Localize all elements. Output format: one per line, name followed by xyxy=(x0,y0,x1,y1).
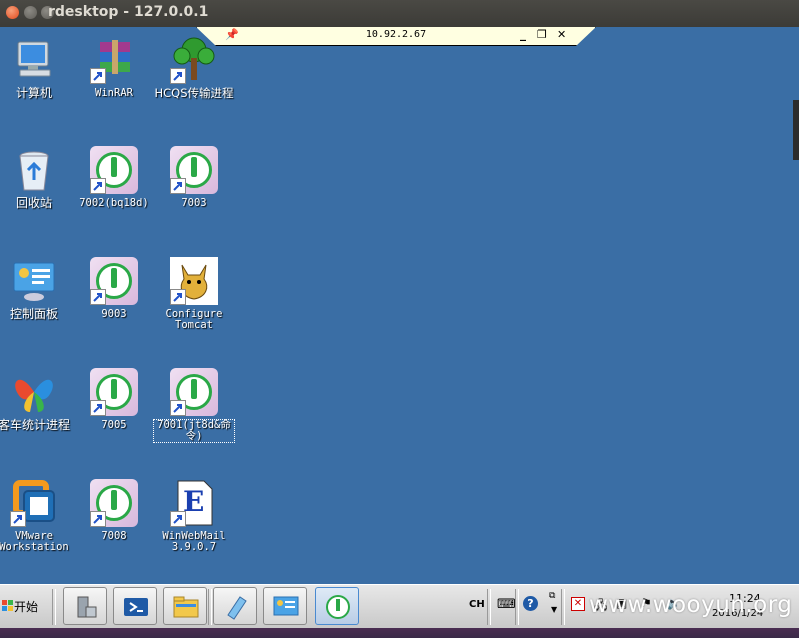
window-titlebar: rdesktop - 127.0.0.1 xyxy=(0,0,799,27)
host-bottom-strip xyxy=(0,628,799,638)
taskbar-notepad[interactable] xyxy=(213,587,257,625)
svg-text:E: E xyxy=(183,485,204,518)
winrar-icon xyxy=(90,36,138,84)
hnet-icon xyxy=(90,368,138,416)
icon-label: 计算机 xyxy=(15,86,52,100)
tray-separator xyxy=(515,589,519,625)
shortcut-arrow-icon xyxy=(170,511,186,527)
window-title: rdesktop - 127.0.0.1 xyxy=(48,4,209,20)
desktop-icon-computer[interactable]: 计算机 xyxy=(0,36,74,99)
tomcat-icon xyxy=(170,257,218,305)
start-label: 开始 xyxy=(14,600,39,614)
help-icon[interactable]: ? xyxy=(523,596,538,611)
recycle-bin-icon xyxy=(10,146,58,194)
desktop-icon-9003[interactable]: 9003 xyxy=(74,257,154,320)
hnet-icon xyxy=(170,146,218,194)
desktop-icon-control-panel[interactable]: 控制面板 xyxy=(0,257,74,320)
desktop-icon-recycle-bin[interactable]: 回收站 xyxy=(0,146,74,209)
icon-label: 控制面板 xyxy=(9,307,58,321)
keyboard-icon[interactable]: ⌨ xyxy=(497,597,516,612)
desktop-icon-7001[interactable]: 7001(jt8d&命 令) xyxy=(153,368,235,443)
rdp-restore-button[interactable]: ❐ xyxy=(537,28,547,41)
windows-flag-icon xyxy=(2,600,13,611)
chevron-down-icon[interactable]: ▼ xyxy=(551,605,557,614)
desktop-icon-winrar[interactable]: WinRAR xyxy=(74,36,154,99)
rdp-connection-bar: 📌 10.92.2.67 _ ❐ ✕ xyxy=(196,27,596,46)
tray-separator xyxy=(561,589,565,625)
desktop-icon-configure-tomcat[interactable]: Configure Tomcat xyxy=(154,257,234,331)
minimize-window-button[interactable] xyxy=(24,6,37,19)
shortcut-arrow-icon xyxy=(90,511,106,527)
start-button[interactable]: 开始 xyxy=(0,593,44,619)
taskbar-separator xyxy=(52,589,56,625)
icon-label: 回收站 xyxy=(15,196,52,210)
security-alert-icon[interactable]: ✕ xyxy=(571,597,585,611)
desktop-icon-7005[interactable]: 7005 xyxy=(74,368,154,431)
control-panel-icon xyxy=(10,257,58,305)
taskbar-separator xyxy=(208,589,212,625)
server-manager-icon xyxy=(77,596,97,618)
desktop-icon-bus-stats[interactable]: 客车统计进程 xyxy=(0,368,74,431)
icon-label: WinWebMail 3.9.0.7 xyxy=(162,530,226,553)
shortcut-arrow-icon xyxy=(90,178,106,194)
hnet-icon xyxy=(326,595,350,619)
hnet-icon xyxy=(90,257,138,305)
icon-label: HCQS传输进程 xyxy=(154,86,234,100)
shortcut-arrow-icon xyxy=(90,400,106,416)
powershell-icon xyxy=(124,598,148,616)
desktop-icon-7003[interactable]: 7003 xyxy=(154,146,234,209)
tray-expand-icon[interactable]: ⧉ xyxy=(549,591,555,601)
taskbar-server-manager[interactable] xyxy=(63,587,107,625)
desktop-icon-hcqs[interactable]: HCQS传输进程 xyxy=(154,36,234,99)
shortcut-arrow-icon xyxy=(90,289,106,305)
taskbar-hnet-app[interactable] xyxy=(315,587,359,625)
desktop-icon-7002[interactable]: 7002(bq18d) xyxy=(74,146,154,209)
rdp-host: 10.92.2.67 xyxy=(365,29,427,40)
folder-icon xyxy=(173,596,199,618)
computer-icon xyxy=(10,36,58,84)
shortcut-arrow-icon xyxy=(170,289,186,305)
icon-label: 7002(bq18d) xyxy=(79,197,149,209)
rdp-minimize-button[interactable]: _ xyxy=(520,27,526,41)
icon-label: 7003 xyxy=(181,197,207,209)
close-window-button[interactable] xyxy=(6,6,19,19)
side-shadow xyxy=(793,100,799,160)
icon-label: 7005 xyxy=(101,419,127,431)
icon-label: 客车统计进程 xyxy=(0,418,70,432)
taskbar-powershell[interactable] xyxy=(113,587,157,625)
hnet-icon xyxy=(170,368,218,416)
shortcut-arrow-icon xyxy=(170,178,186,194)
vmware-icon xyxy=(10,479,58,527)
icon-label: Configure Tomcat xyxy=(165,308,223,331)
butterfly-icon xyxy=(10,368,58,416)
notepad-icon xyxy=(227,596,247,620)
watermark-text: www.wooyun.org xyxy=(589,592,793,618)
desktop-icon-7008[interactable]: 7008 xyxy=(74,479,154,542)
hnet-icon xyxy=(90,479,138,527)
icon-label: 7001(jt8d&命 令) xyxy=(153,419,235,443)
icon-label: 9003 xyxy=(101,308,127,320)
shortcut-arrow-icon xyxy=(170,400,186,416)
icon-label: 7008 xyxy=(101,530,127,542)
desktop-icon-winwebmail[interactable]: E WinWebMail 3.9.0.7 xyxy=(154,479,234,553)
shortcut-arrow-icon xyxy=(170,68,186,84)
hnet-icon xyxy=(90,146,138,194)
tree-icon xyxy=(170,36,218,84)
icon-label: WinRAR xyxy=(95,87,133,99)
winwebmail-icon: E xyxy=(170,479,218,527)
taskbar-explorer[interactable] xyxy=(163,587,207,625)
shortcut-arrow-icon xyxy=(90,68,106,84)
desktop-icon-vmware[interactable]: VMware Workstation xyxy=(0,479,74,553)
shortcut-arrow-icon xyxy=(10,511,26,527)
taskbar-control-panel[interactable] xyxy=(263,587,307,625)
control-panel-icon xyxy=(273,596,299,616)
icon-label: VMware Workstation xyxy=(0,530,69,553)
rdp-close-button[interactable]: ✕ xyxy=(557,28,566,41)
language-indicator[interactable]: CH xyxy=(469,599,485,610)
tray-separator xyxy=(487,589,491,625)
